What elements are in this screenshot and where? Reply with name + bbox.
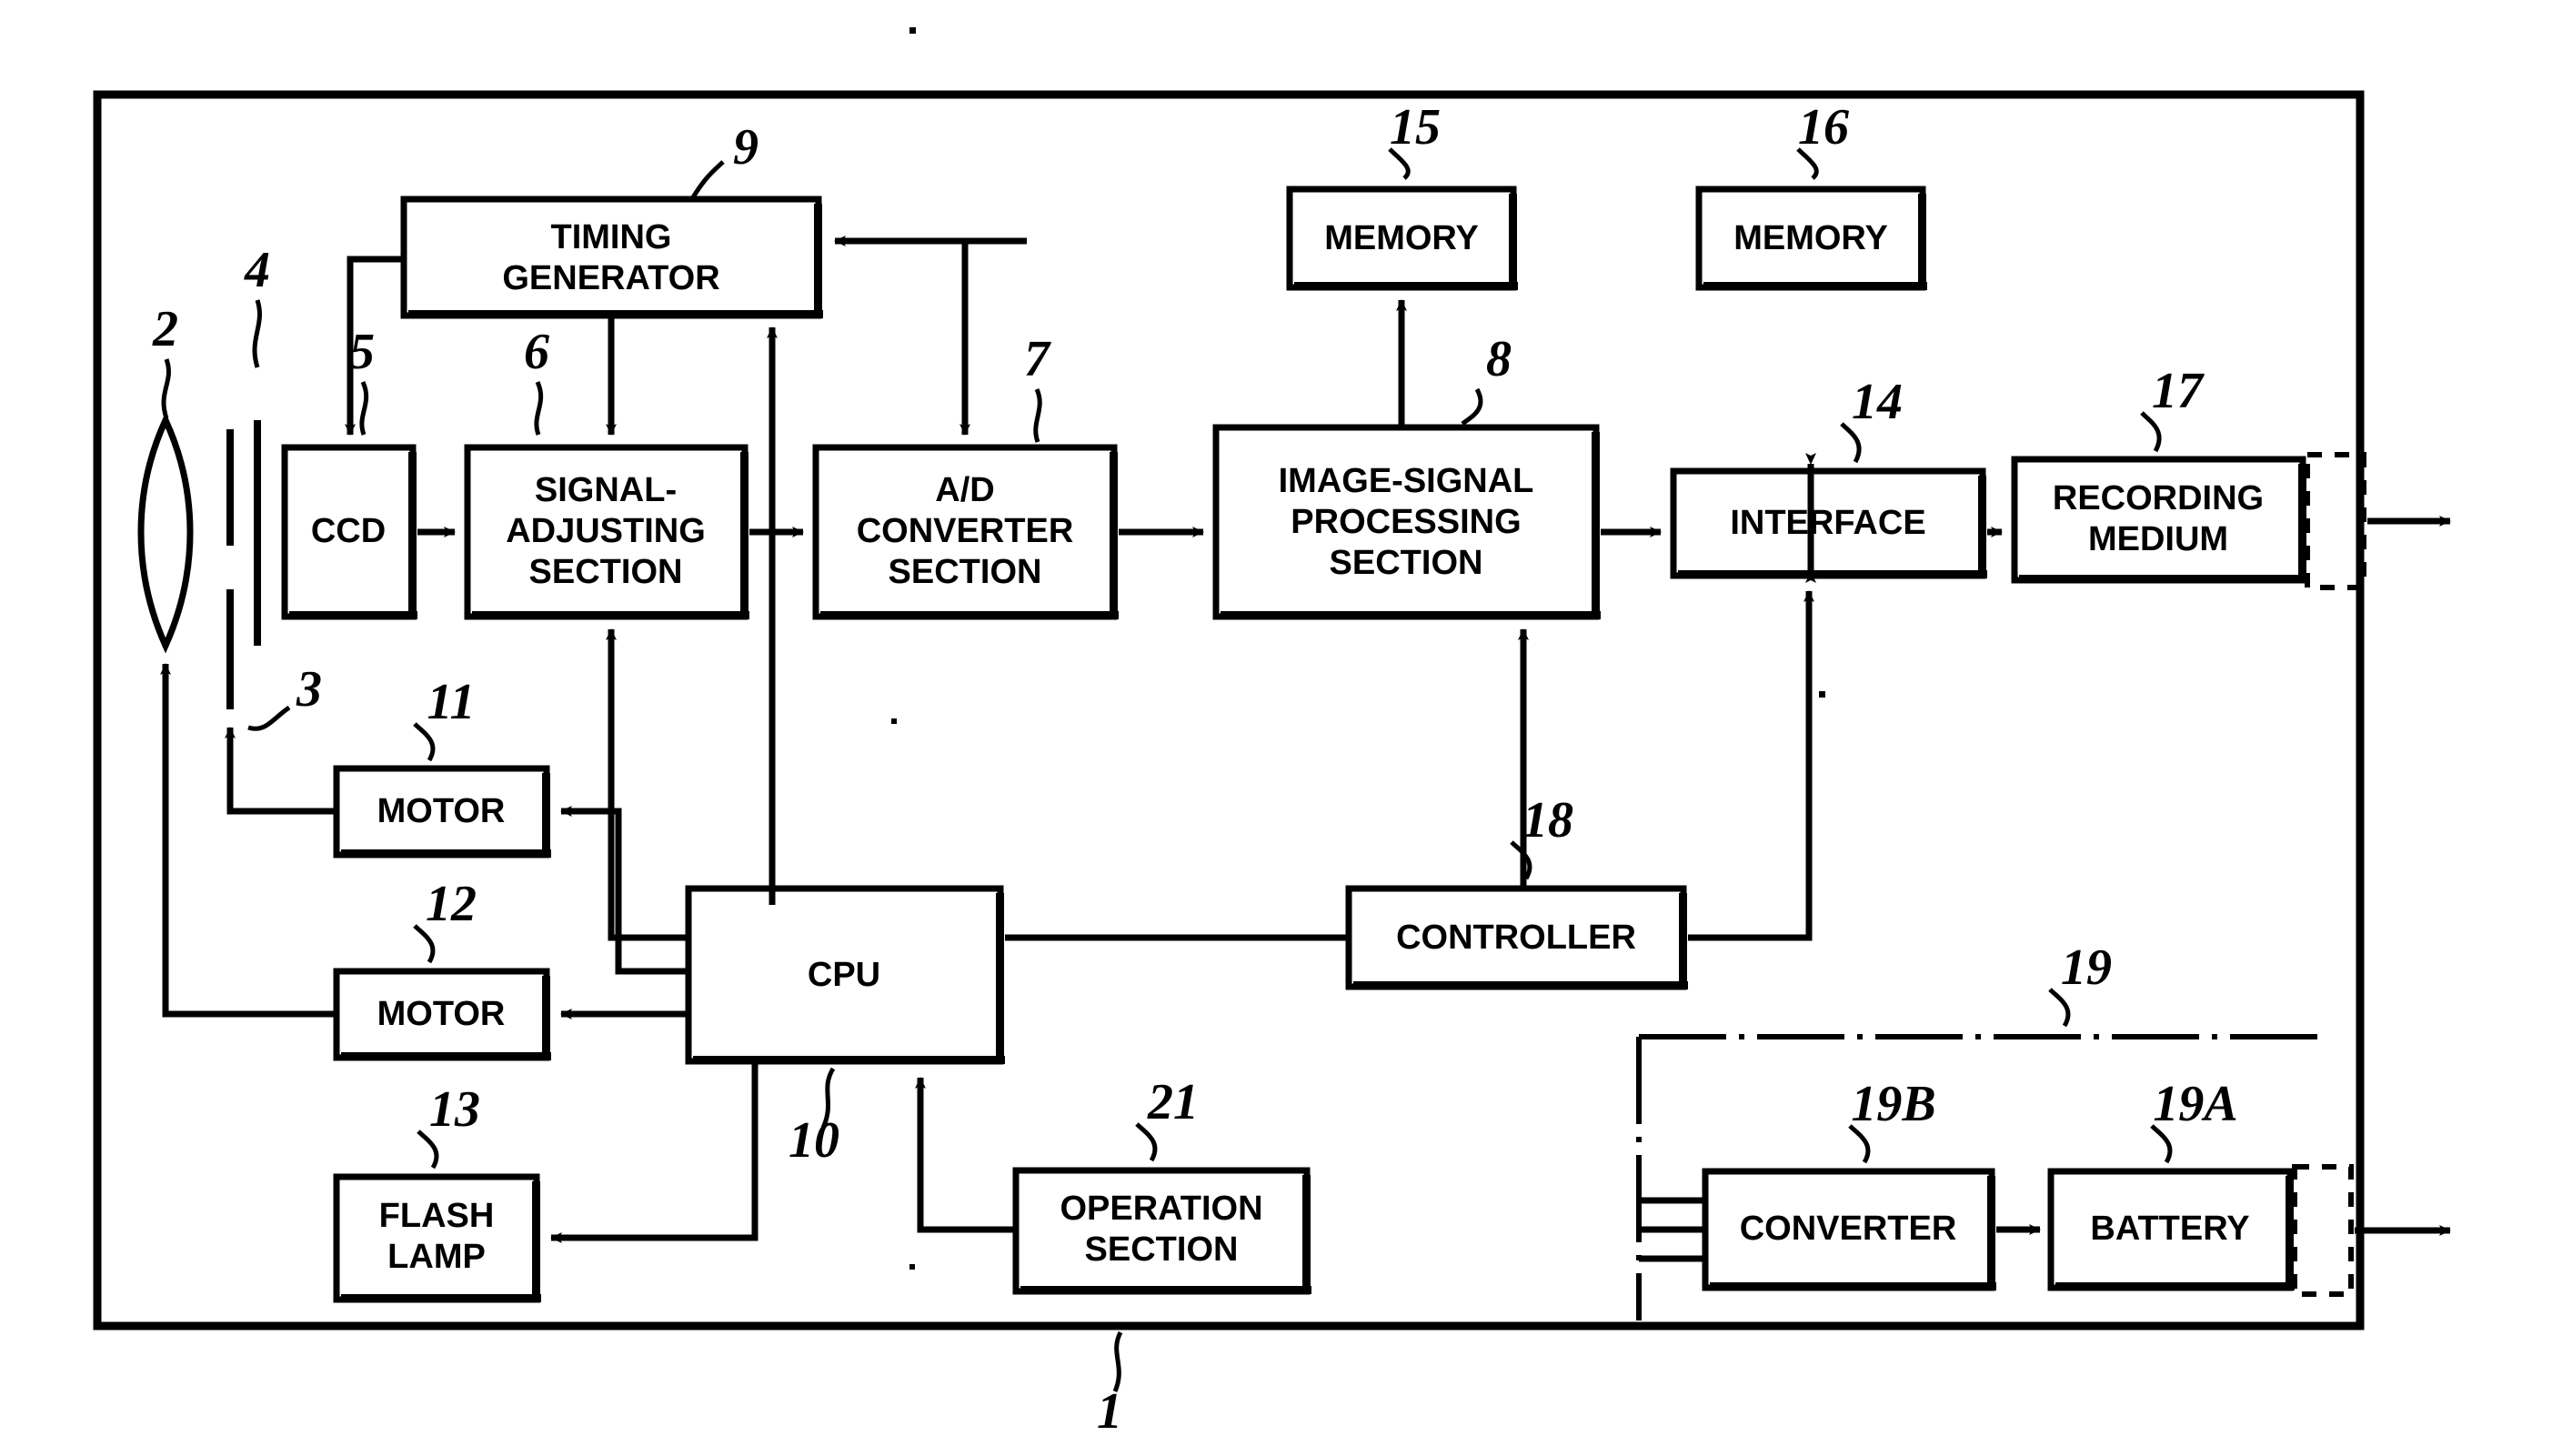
ref-2: 2 (152, 301, 178, 357)
ref-7: 7 (1024, 331, 1051, 387)
ref-9: 9 (733, 119, 759, 176)
label-motor-12: MOTOR (377, 995, 506, 1033)
label-converter: CONVERTER (1740, 1210, 1957, 1248)
label-cpu: CPU (808, 956, 880, 994)
ref-4: 4 (244, 242, 270, 298)
label-recording-medium-1: RECORDING (2053, 479, 2264, 517)
label-signal-adjusting-2: ADJUSTING (506, 512, 706, 550)
label-timing-generator-2: GENERATOR (502, 259, 719, 297)
label-timing-generator-1: TIMING (551, 218, 672, 256)
ref-21: 21 (1147, 1074, 1199, 1130)
label-operation-section-1: OPERATION (1060, 1190, 1262, 1228)
figure-canvas: CCD SIGNAL- ADJUSTING SECTION A/D CONVER… (0, 0, 2562, 1456)
ref-5: 5 (349, 324, 375, 380)
ref-11: 11 (427, 674, 476, 730)
label-image-proc-1: IMAGE-SIGNAL (1279, 462, 1534, 500)
label-ad-converter-3: SECTION (889, 553, 1042, 591)
ref-13: 13 (429, 1081, 480, 1138)
label-memory-16: MEMORY (1733, 219, 1888, 257)
external-power-port (2292, 1164, 2451, 1297)
label-image-proc-3: SECTION (1330, 544, 1483, 582)
label-signal-adjusting-1: SIGNAL- (535, 471, 677, 509)
label-flash-lamp-1: FLASH (379, 1197, 495, 1235)
ref-19: 19 (2061, 939, 2112, 996)
label-battery: BATTERY (2090, 1210, 2249, 1248)
ref-14: 14 (1852, 374, 1903, 430)
ref-18: 18 (1522, 792, 1573, 848)
external-data-port (2305, 452, 2451, 590)
label-ad-converter-1: A/D (935, 471, 994, 509)
ref-6: 6 (524, 324, 549, 380)
label-interface: INTERFACE (1730, 504, 1925, 542)
label-flash-lamp-2: LAMP (387, 1238, 486, 1276)
ref-10: 10 (789, 1112, 839, 1169)
ref-16: 16 (1798, 99, 1849, 156)
label-motor-11: MOTOR (377, 792, 506, 830)
ref-12: 12 (426, 876, 477, 932)
ref-19B: 19B (1851, 1076, 1935, 1132)
label-operation-section-2: SECTION (1085, 1230, 1239, 1269)
label-signal-adjusting-3: SECTION (529, 553, 683, 591)
ref-1: 1 (1097, 1383, 1122, 1440)
ref-15: 15 (1390, 99, 1441, 156)
ref-19A: 19A (2153, 1076, 2237, 1132)
ref-17: 17 (2152, 363, 2205, 419)
label-ccd: CCD (311, 512, 386, 550)
lens-element (137, 412, 194, 654)
label-ad-converter-2: CONVERTER (857, 512, 1074, 550)
label-controller: CONTROLLER (1396, 919, 1636, 957)
label-memory-15: MEMORY (1324, 219, 1479, 257)
label-image-proc-2: PROCESSING (1291, 503, 1521, 541)
patent-figure-svg: CCD SIGNAL- ADJUSTING SECTION A/D CONVER… (93, 27, 2451, 1440)
label-recording-medium-2: MEDIUM (2088, 520, 2228, 558)
ref-8: 8 (1486, 331, 1512, 387)
converter-input-leads (1639, 1197, 1708, 1262)
ref-3: 3 (296, 661, 322, 718)
